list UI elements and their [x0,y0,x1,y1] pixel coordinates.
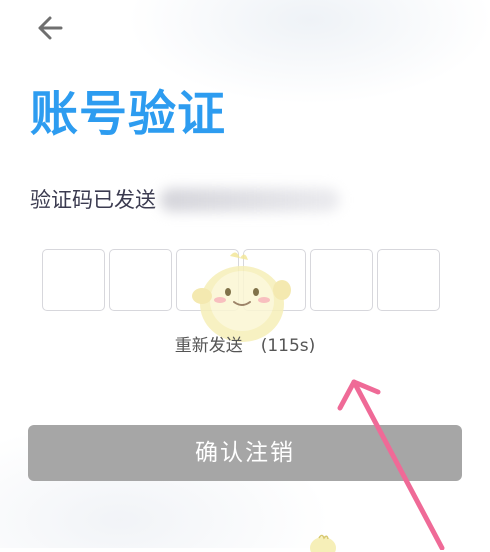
page-title: 账号验证 [30,86,227,142]
mascot-peek-sticker [310,534,336,552]
back-button[interactable] [30,8,70,48]
annotation-arrow-icon [337,379,445,550]
code-sent-label: 验证码已发送 [30,188,156,212]
resend-countdown: (115s) [260,336,316,356]
code-digit-box[interactable] [109,249,172,311]
mascot-chick-sticker [192,252,291,342]
code-digit-box[interactable] [42,249,105,311]
resend-row: 重新发送 (115s) [0,333,490,359]
masked-phone-number [160,188,340,212]
code-digit-box[interactable] [377,249,440,311]
code-digit-box[interactable] [310,249,373,311]
resend-button[interactable]: 重新发送 [175,336,243,356]
arrow-left-icon [38,16,63,40]
code-sent-message: 验证码已发送 [30,184,340,216]
